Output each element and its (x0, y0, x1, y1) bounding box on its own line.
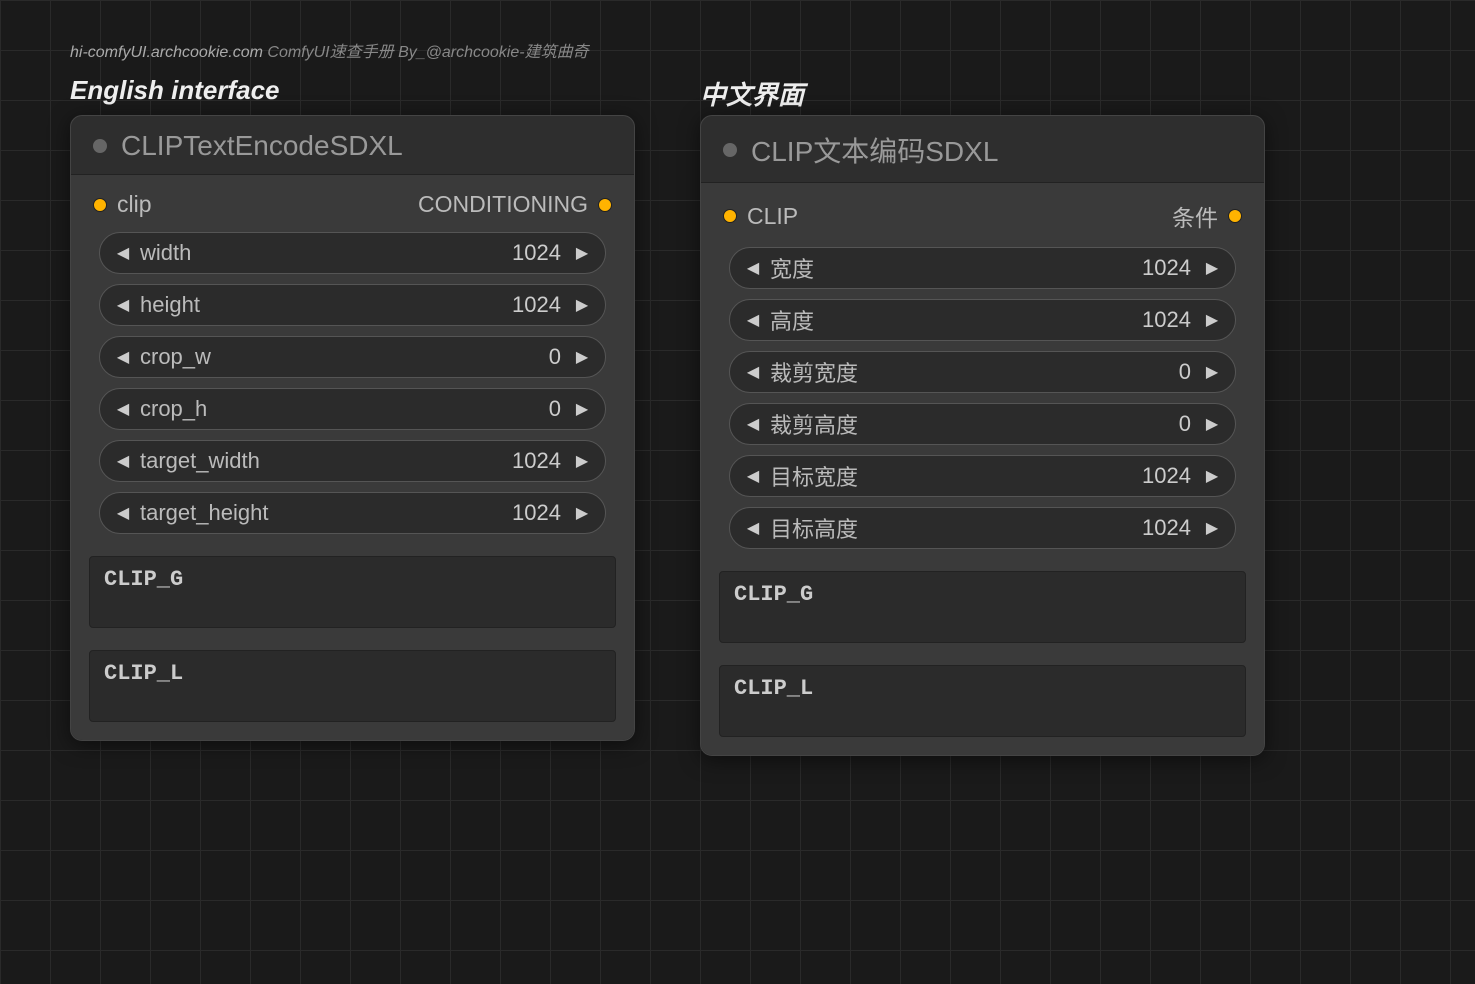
param-label: 裁剪高度 (770, 408, 858, 440)
param-value[interactable]: 1024 (1142, 515, 1191, 541)
param-target-height[interactable]: ◀ 目标高度 1024 ▶ (729, 507, 1236, 549)
param-value[interactable]: 1024 (512, 500, 561, 526)
node-body: CLIP 条件 ◀ 宽度 1024 ▶ ◀ 高度 1024 ▶ (701, 183, 1264, 755)
text-box-placeholder: CLIP_G (734, 582, 1231, 607)
node-title: CLIP文本编码SDXL (751, 130, 998, 170)
param-value[interactable]: 1024 (512, 240, 561, 266)
increment-arrow-icon[interactable]: ▶ (1201, 258, 1223, 278)
decrement-arrow-icon[interactable]: ◀ (112, 295, 134, 315)
param-label: 裁剪宽度 (770, 356, 858, 388)
param-value[interactable]: 1024 (512, 292, 561, 318)
increment-arrow-icon[interactable]: ▶ (1201, 414, 1223, 434)
node-chinese[interactable]: CLIP文本编码SDXL CLIP 条件 ◀ 宽度 1024 ▶ (700, 115, 1265, 756)
decrement-arrow-icon[interactable]: ◀ (742, 414, 764, 434)
decrement-arrow-icon[interactable]: ◀ (742, 466, 764, 486)
text-input-clip-l[interactable]: CLIP_L (719, 665, 1246, 737)
port-dot-icon[interactable] (598, 198, 612, 212)
increment-arrow-icon[interactable]: ▶ (571, 451, 593, 471)
port-dot-icon[interactable] (723, 209, 737, 223)
decrement-arrow-icon[interactable]: ◀ (112, 347, 134, 367)
decrement-arrow-icon[interactable]: ◀ (742, 310, 764, 330)
increment-arrow-icon[interactable]: ▶ (571, 503, 593, 523)
increment-arrow-icon[interactable]: ▶ (1201, 310, 1223, 330)
increment-arrow-icon[interactable]: ▶ (571, 399, 593, 419)
attribution-rest: ComfyUI速查手册 By_@archcookie-建筑曲奇 (263, 44, 589, 61)
param-value[interactable]: 1024 (1142, 463, 1191, 489)
increment-arrow-icon[interactable]: ▶ (571, 243, 593, 263)
section-title-english: English interface (70, 75, 280, 106)
text-box-placeholder: CLIP_G (104, 567, 601, 592)
attribution-text: hi-comfyUI.archcookie.com ComfyUI速查手册 By… (70, 38, 589, 62)
param-value[interactable]: 0 (1179, 411, 1191, 437)
param-label: crop_h (140, 396, 207, 422)
increment-arrow-icon[interactable]: ▶ (1201, 466, 1223, 486)
section-title-chinese: 中文界面 (700, 75, 804, 112)
increment-arrow-icon[interactable]: ▶ (571, 347, 593, 367)
param-value[interactable]: 1024 (1142, 307, 1191, 333)
param-value[interactable]: 0 (549, 396, 561, 422)
params-list: ◀ 宽度 1024 ▶ ◀ 高度 1024 ▶ ◀ 裁剪宽度 0 ▶ (719, 247, 1246, 549)
param-target-width[interactable]: ◀ 目标宽度 1024 ▶ (729, 455, 1236, 497)
input-port-clip[interactable]: clip (93, 191, 152, 218)
param-crop-h[interactable]: ◀ crop_h 0 ▶ (99, 388, 606, 430)
text-input-clip-l[interactable]: CLIP_L (89, 650, 616, 722)
param-label: 目标宽度 (770, 460, 858, 492)
param-label: height (140, 292, 200, 318)
input-port-label: clip (117, 191, 152, 218)
decrement-arrow-icon[interactable]: ◀ (742, 258, 764, 278)
param-crop-w[interactable]: ◀ crop_w 0 ▶ (99, 336, 606, 378)
node-english[interactable]: CLIPTextEncodeSDXL clip CONDITIONING ◀ w… (70, 115, 635, 741)
param-label: width (140, 240, 191, 266)
param-height[interactable]: ◀ height 1024 ▶ (99, 284, 606, 326)
text-input-clip-g[interactable]: CLIP_G (719, 571, 1246, 643)
node-header[interactable]: CLIPTextEncodeSDXL (71, 116, 634, 175)
collapse-dot-icon[interactable] (93, 139, 107, 153)
decrement-arrow-icon[interactable]: ◀ (742, 362, 764, 382)
decrement-arrow-icon[interactable]: ◀ (112, 451, 134, 471)
attribution-site: hi-comfyUI.archcookie.com (70, 44, 263, 61)
output-port-conditioning[interactable]: CONDITIONING (418, 191, 612, 218)
output-port-label: 条件 (1172, 199, 1218, 233)
node-header[interactable]: CLIP文本编码SDXL (701, 116, 1264, 183)
param-label: target_width (140, 448, 260, 474)
ports-row: clip CONDITIONING (89, 191, 616, 218)
param-label: 目标高度 (770, 512, 858, 544)
text-input-clip-g[interactable]: CLIP_G (89, 556, 616, 628)
param-height[interactable]: ◀ 高度 1024 ▶ (729, 299, 1236, 341)
param-crop-h[interactable]: ◀ 裁剪高度 0 ▶ (729, 403, 1236, 445)
param-crop-w[interactable]: ◀ 裁剪宽度 0 ▶ (729, 351, 1236, 393)
params-list: ◀ width 1024 ▶ ◀ height 1024 ▶ ◀ crop_w … (89, 232, 616, 534)
param-value[interactable]: 0 (1179, 359, 1191, 385)
increment-arrow-icon[interactable]: ▶ (1201, 518, 1223, 538)
ports-row: CLIP 条件 (719, 199, 1246, 233)
port-dot-icon[interactable] (1228, 209, 1242, 223)
param-label: target_height (140, 500, 268, 526)
output-port-conditioning[interactable]: 条件 (1172, 199, 1242, 233)
text-box-placeholder: CLIP_L (734, 676, 1231, 701)
input-port-clip[interactable]: CLIP (723, 203, 798, 230)
port-dot-icon[interactable] (93, 198, 107, 212)
node-body: clip CONDITIONING ◀ width 1024 ▶ ◀ heigh… (71, 175, 634, 740)
param-value[interactable]: 1024 (1142, 255, 1191, 281)
collapse-dot-icon[interactable] (723, 143, 737, 157)
text-box-placeholder: CLIP_L (104, 661, 601, 686)
param-value[interactable]: 1024 (512, 448, 561, 474)
decrement-arrow-icon[interactable]: ◀ (112, 503, 134, 523)
param-width[interactable]: ◀ width 1024 ▶ (99, 232, 606, 274)
param-label: 宽度 (770, 252, 814, 284)
param-width[interactable]: ◀ 宽度 1024 ▶ (729, 247, 1236, 289)
param-value[interactable]: 0 (549, 344, 561, 370)
param-target-height[interactable]: ◀ target_height 1024 ▶ (99, 492, 606, 534)
increment-arrow-icon[interactable]: ▶ (571, 295, 593, 315)
param-label: crop_w (140, 344, 211, 370)
decrement-arrow-icon[interactable]: ◀ (742, 518, 764, 538)
input-port-label: CLIP (747, 203, 798, 230)
decrement-arrow-icon[interactable]: ◀ (112, 399, 134, 419)
output-port-label: CONDITIONING (418, 191, 588, 218)
decrement-arrow-icon[interactable]: ◀ (112, 243, 134, 263)
node-title: CLIPTextEncodeSDXL (121, 130, 403, 162)
increment-arrow-icon[interactable]: ▶ (1201, 362, 1223, 382)
param-target-width[interactable]: ◀ target_width 1024 ▶ (99, 440, 606, 482)
param-label: 高度 (770, 304, 814, 336)
